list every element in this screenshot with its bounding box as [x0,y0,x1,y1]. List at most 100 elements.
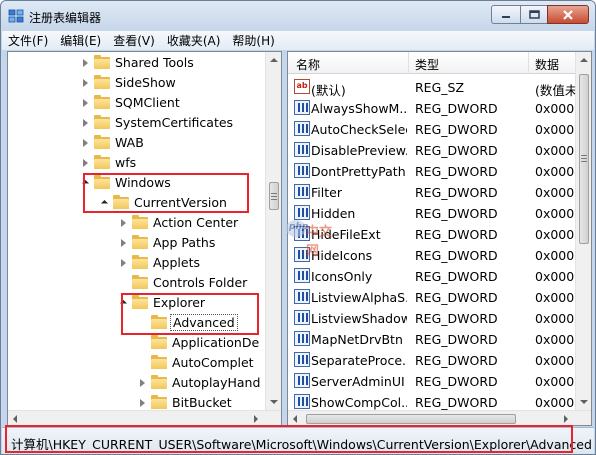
tree-item-label: WAB [115,135,144,150]
menu-view[interactable]: 查看(V) [113,32,155,49]
value-row[interactable]: HideIcons REG_DWORD 0x000 [288,245,576,266]
collapsed-arrow-icon[interactable] [140,399,145,407]
tree-horizontal-scrollbar[interactable] [8,410,281,425]
value-row[interactable]: Hidden REG_DWORD 0x000 [288,203,576,224]
tree-item-label: AutoplayHand [172,375,261,390]
value-type: REG_DWORD [415,374,498,389]
collapsed-arrow-icon[interactable] [83,79,88,87]
expanded-arrow-icon[interactable] [81,179,90,188]
value-list-pane[interactable]: 名称 类型 数据 ab (默认) REG_SZ (数值未 AlwaysShowM... R… [287,51,592,426]
value-type: REG_DWORD [415,227,498,242]
maximize-button[interactable] [520,5,548,24]
tree-item[interactable]: wfs [8,153,270,173]
menu-file[interactable]: 文件(F) [8,32,48,49]
scroll-down-icon[interactable] [270,400,278,404]
value-type: REG_DWORD [415,122,498,137]
column-header-type[interactable]: 类型 [415,56,439,73]
dword-value-icon [294,205,310,220]
close-button[interactable] [547,5,589,24]
value-row[interactable]: Filter REG_DWORD 0x000 [288,182,576,203]
collapsed-arrow-icon[interactable] [83,119,88,127]
collapsed-arrow-icon[interactable] [83,99,88,107]
value-type: REG_DWORD [415,185,498,200]
value-row[interactable]: ab (默认) REG_SZ (数值未 [288,77,576,98]
value-row[interactable]: IconsOnly REG_DWORD 0x000 [288,266,576,287]
value-type: REG_DWORD [415,248,498,263]
tree-item[interactable]: CurrentVersion [8,193,270,213]
list-vertical-scrollbar[interactable] [575,52,591,412]
value-row[interactable]: SeparateProce... REG_DWORD 0x000 [288,350,576,371]
list-hscroll-thumb[interactable] [306,414,516,424]
title-bar[interactable]: 注册表编辑器 [1,1,595,31]
tree-item[interactable]: Explorer [8,293,270,313]
tree-item[interactable]: SQMClient [8,93,270,113]
dword-value-icon [294,184,310,199]
value-row[interactable]: ListviewAlphaS... REG_DWORD 0x000 [288,287,576,308]
folder-icon [94,115,110,129]
value-row[interactable]: MapNetDrvBtn REG_DWORD 0x000 [288,329,576,350]
value-name: ShowCompCol... [311,395,407,410]
tree-item[interactable]: AutoplayHand [8,373,270,393]
value-type: REG_DWORD [415,353,498,368]
scroll-left-icon[interactable] [13,415,17,423]
dword-value-icon [294,373,310,388]
value-name: DontPrettyPath [311,164,406,179]
value-data: 0x000 [535,101,575,116]
value-row[interactable]: DontPrettyPath REG_DWORD 0x000 [288,161,576,182]
value-row[interactable]: AlwaysShowM... REG_DWORD 0x000 [288,98,576,119]
value-type: REG_DWORD [415,269,498,284]
collapsed-arrow-icon[interactable] [83,159,88,167]
tree-vertical-scrollbar[interactable] [265,52,281,412]
folder-icon [132,235,148,249]
collapsed-arrow-icon[interactable] [121,219,126,227]
scroll-right-icon[interactable] [564,415,568,423]
scroll-down-icon[interactable] [580,400,588,404]
tree-item[interactable]: WAB [8,133,270,153]
value-name: ListviewShadow [311,311,407,326]
list-scroll-thumb[interactable] [579,74,589,244]
tree-item[interactable]: Windows [8,173,270,193]
tree-item[interactable]: SideShow [8,73,270,93]
value-row[interactable]: ServerAdminUI REG_DWORD 0x000 [288,371,576,392]
collapsed-arrow-icon[interactable] [121,239,126,247]
tree-item[interactable]: Controls Folder [8,273,270,293]
tree-item[interactable]: AutoComplet [8,353,270,373]
value-row[interactable]: AutoCheckSelect REG_DWORD 0x000 [288,119,576,140]
folder-icon [94,155,110,169]
value-row[interactable]: DisablePreview... REG_DWORD 0x000 [288,140,576,161]
menu-favorites[interactable]: 收藏夹(A) [167,32,221,49]
value-row[interactable]: ListviewShadow REG_DWORD 0x000 [288,308,576,329]
collapsed-arrow-icon[interactable] [121,259,126,267]
column-header-data[interactable]: 数据 [535,56,559,73]
value-name: HideIcons [311,248,373,263]
key-tree-pane[interactable]: Shared Tools SideShow SQMClient SystemCerti… [7,51,282,426]
tree-item[interactable]: Shared Tools [8,53,270,73]
folder-icon [151,355,167,369]
collapsed-arrow-icon[interactable] [83,139,88,147]
scroll-right-icon[interactable] [254,415,258,423]
scroll-up-icon[interactable] [580,58,588,62]
value-name: ListviewAlphaS... [311,290,407,305]
value-name: Hidden [311,206,356,221]
tree-item[interactable]: Advanced [8,313,270,333]
menu-edit[interactable]: 编辑(E) [60,32,101,49]
tree-item[interactable]: ApplicationDe [8,333,270,353]
minimize-button[interactable] [491,5,521,24]
tree-item[interactable]: App Paths [8,233,270,253]
menu-help[interactable]: 帮助(H) [232,32,274,49]
expanded-arrow-icon[interactable] [119,299,128,308]
column-header-name[interactable]: 名称 [296,56,320,73]
tree-item[interactable]: SystemCertificates [8,113,270,133]
value-data: 0x000 [535,374,575,389]
registry-path: 计算机\HKEY_CURRENT_USER\Software\Microsoft… [11,437,592,452]
list-horizontal-scrollbar[interactable] [288,410,591,425]
tree-scroll-thumb[interactable] [269,182,279,210]
scroll-up-icon[interactable] [270,58,278,62]
value-row[interactable]: HideFileExt REG_DWORD 0x000 [288,224,576,245]
tree-item[interactable]: Applets [8,253,270,273]
collapsed-arrow-icon[interactable] [140,379,145,387]
tree-item[interactable]: Action Center [8,213,270,233]
scroll-left-icon[interactable] [293,415,297,423]
collapsed-arrow-icon[interactable] [83,59,88,67]
expanded-arrow-icon[interactable] [100,199,109,208]
